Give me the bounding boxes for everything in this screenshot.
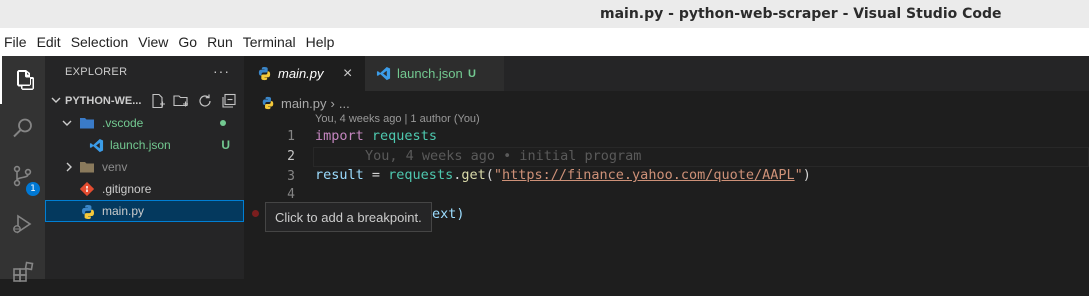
menu-go[interactable]: Go [173, 34, 202, 50]
editor-area: main.py × launch.json U main.py › ... Yo… [245, 56, 1089, 279]
menu-terminal[interactable]: Terminal [238, 34, 301, 50]
close-icon[interactable]: × [343, 65, 352, 83]
source-control-badge: 1 [26, 182, 40, 196]
quote: " [493, 167, 503, 183]
chevron-down-icon [61, 117, 73, 132]
window-title: main.py - python-web-scraper - Visual St… [600, 6, 1002, 22]
breakpoint-hint-icon[interactable] [252, 210, 259, 217]
new-folder-icon[interactable] [173, 93, 189, 112]
workspace-folder-label: PYTHON-WE... [65, 95, 142, 107]
collapse-all-icon[interactable] [221, 93, 237, 112]
breadcrumb-file[interactable]: main.py [281, 96, 327, 111]
line-number: 4 [287, 187, 295, 202]
breakpoint-tooltip: Click to add a breakpoint. [265, 202, 432, 232]
tree-item-label: .gitignore [102, 182, 152, 196]
tab-bar: main.py × launch.json U [245, 56, 1089, 91]
tree-item-gitignore[interactable]: .gitignore [45, 178, 244, 200]
tab-main-py[interactable]: main.py × [245, 56, 365, 91]
tree-item-launch-json[interactable]: launch.json U [45, 134, 244, 156]
menu-run[interactable]: Run [202, 34, 238, 50]
operator: = [363, 167, 389, 183]
python-file-icon [80, 204, 96, 223]
git-icon [79, 181, 95, 199]
breadcrumb-separator: › [330, 95, 335, 111]
url-link[interactable]: https://finance.yahoo.com/quote/AAPL [502, 167, 795, 183]
menu-view[interactable]: View [133, 34, 173, 50]
tree-item-vscode[interactable]: .vscode [45, 112, 244, 134]
menu-bar: File Edit Selection View Go Run Terminal… [0, 28, 1089, 56]
activity-bar: 1 [0, 56, 45, 282]
keyword: import [315, 128, 364, 144]
vscode-file-icon [376, 66, 391, 84]
title-bar: main.py - python-web-scraper - Visual St… [0, 0, 1089, 28]
chevron-down-icon [50, 94, 62, 109]
tab-label: main.py [278, 66, 324, 81]
refresh-icon[interactable] [197, 93, 213, 112]
tree-item-main-py[interactable]: main.py [45, 200, 244, 222]
module-name: requests [371, 128, 437, 144]
paren: ( [485, 167, 494, 183]
variable: result [315, 167, 364, 183]
line-number: 3 [287, 169, 295, 184]
inline-blame: You, 4 weeks ago • initial program [365, 148, 642, 164]
menu-help[interactable]: Help [301, 34, 340, 50]
untracked-badge: U [221, 138, 230, 152]
new-file-icon[interactable] [150, 93, 166, 112]
code-line-3[interactable]: result = requests.get("https://finance.y… [315, 167, 811, 183]
tree-item-label: launch.json [110, 138, 171, 152]
code-line-1[interactable]: import requests [315, 128, 437, 144]
python-file-icon [257, 66, 272, 84]
python-file-icon [261, 96, 275, 110]
paren: ) [802, 167, 811, 183]
extensions-icon[interactable] [0, 248, 45, 296]
run-debug-icon[interactable] [0, 200, 45, 248]
tree-item-label: venv [102, 160, 128, 174]
line-number: 1 [287, 129, 295, 144]
tree-item-label: .vscode [102, 116, 144, 130]
modified-dot-icon [220, 120, 226, 126]
untracked-badge: U [468, 67, 476, 80]
source-control-icon[interactable]: 1 [0, 152, 45, 200]
menu-file[interactable]: File [0, 34, 32, 50]
menu-edit[interactable]: Edit [32, 34, 66, 50]
explorer-sidebar: EXPLORER ··· PYTHON-WE... .vscode launch… [45, 56, 244, 279]
codelens-blame[interactable]: You, 4 weeks ago | 1 author (You) [315, 113, 480, 125]
breadcrumb: main.py › ... [261, 94, 350, 112]
workspace-folder-row[interactable]: PYTHON-WE... [45, 90, 244, 112]
code-fragment: ext) [432, 206, 465, 222]
files-icon[interactable] [0, 56, 45, 104]
tree-item-label: main.py [102, 204, 145, 218]
line-number: 2 [287, 149, 295, 164]
folder-icon [79, 116, 95, 133]
chevron-right-icon [63, 161, 75, 176]
explorer-title: EXPLORER [65, 66, 128, 78]
more-actions-icon[interactable]: ··· [213, 63, 230, 79]
tab-launch-json[interactable]: launch.json U [365, 56, 505, 91]
quote: " [794, 167, 803, 183]
explorer-header: EXPLORER ··· [45, 56, 244, 88]
menu-selection[interactable]: Selection [66, 34, 134, 50]
code-line-5[interactable]: ext) [432, 206, 465, 222]
breadcrumb-symbols[interactable]: ... [339, 96, 350, 111]
vscode-file-icon [89, 138, 104, 156]
search-icon[interactable] [0, 104, 45, 152]
tree-item-venv[interactable]: venv [45, 156, 244, 178]
tab-label: launch.json [397, 66, 463, 81]
folder-icon [79, 160, 95, 177]
function-name: get [461, 167, 486, 183]
module-name: requests [388, 167, 454, 183]
